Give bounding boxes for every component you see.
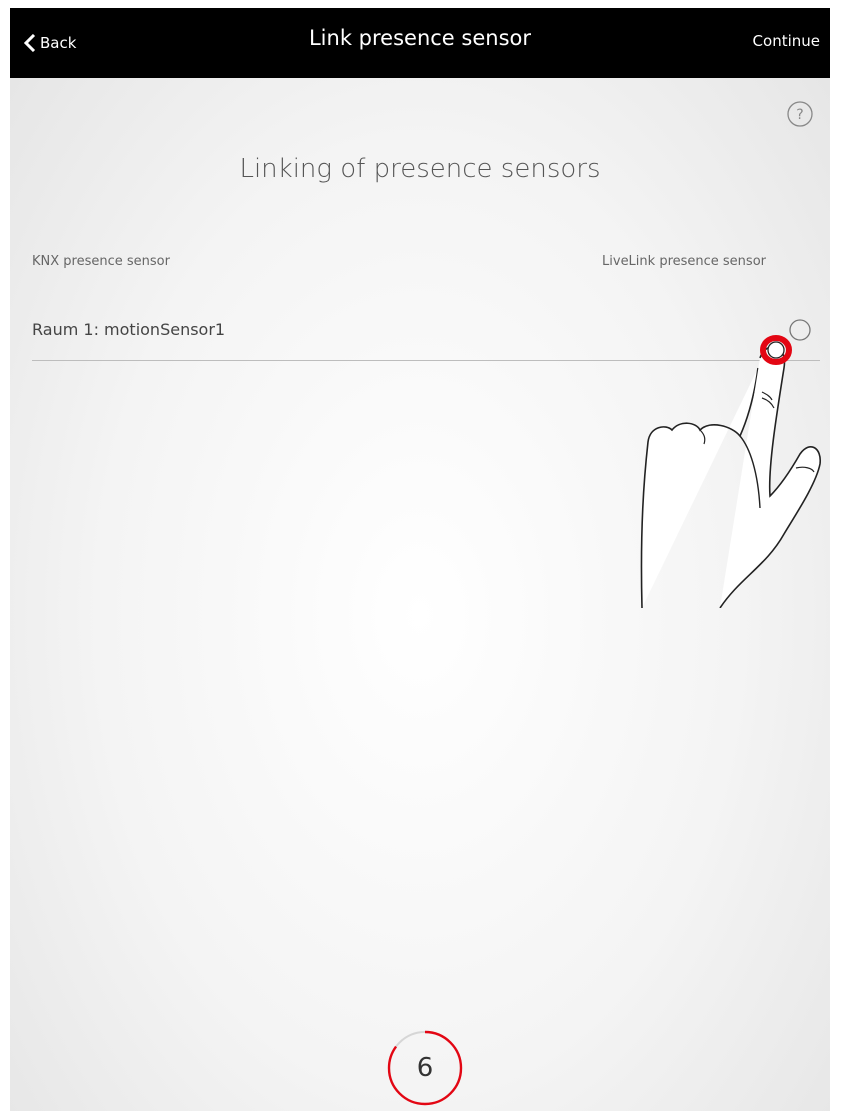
page-title: Link presence sensor	[308, 26, 531, 50]
back-label: Back	[40, 34, 77, 52]
step-counter-value: 6	[416, 1053, 434, 1083]
app-screen: Back Link presence sensor Continue ? Lin…	[10, 8, 830, 1111]
back-button[interactable]: Back	[24, 30, 76, 56]
radio-circle-icon[interactable]	[788, 318, 812, 346]
column-header-knx: KNX presence sensor	[32, 254, 170, 269]
continue-button[interactable]: Continue	[753, 32, 820, 50]
column-header-livelink: LiveLink presence sensor	[602, 254, 766, 269]
svg-text:?: ?	[796, 107, 803, 123]
sensor-row[interactable]: Raum 1: motionSensor1	[32, 308, 820, 361]
question-circle-icon[interactable]: ?	[786, 100, 814, 132]
step-counter: 6	[385, 1028, 465, 1108]
sensor-row-label: Raum 1: motionSensor1	[32, 320, 226, 339]
chevron-left-icon	[24, 34, 36, 52]
navigation-bar: Back Link presence sensor Continue	[10, 8, 830, 78]
section-heading: Linking of presence sensors	[239, 154, 601, 184]
